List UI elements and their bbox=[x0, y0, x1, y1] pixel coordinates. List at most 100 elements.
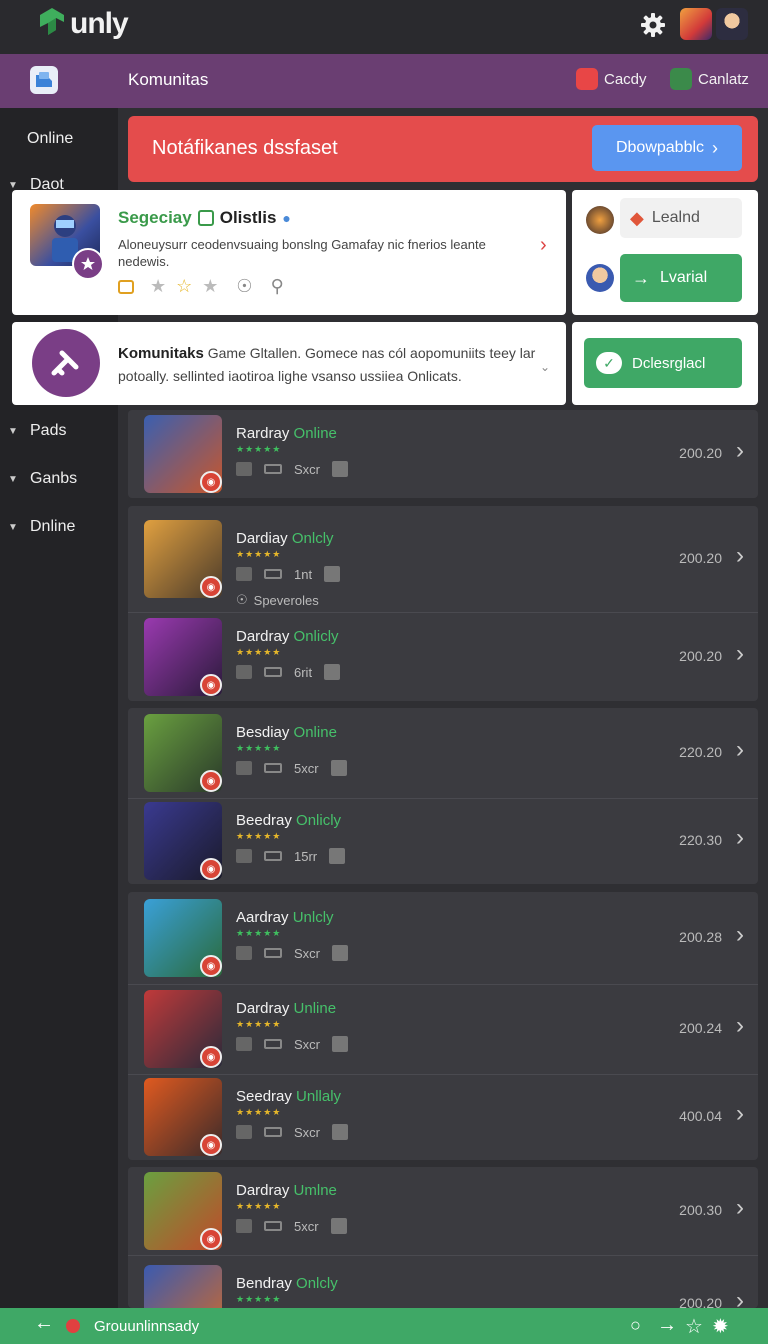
toggle-icon[interactable] bbox=[264, 569, 282, 579]
game-row[interactable]: ◉ Dardiay Onlcly ★★★★★ 1nt ☉ Speveroles 200.20… bbox=[128, 506, 758, 612]
avatar[interactable] bbox=[680, 8, 712, 40]
download-button-label: Dbowpabblc bbox=[615, 139, 705, 156]
game-meta: Sxcr bbox=[236, 461, 360, 477]
game-meta-value: 15rr bbox=[294, 848, 318, 864]
game-badge-icon: ◉ bbox=[200, 674, 222, 696]
game-row[interactable]: ◉ Besdiay Online ★★★★★ 5xcr 220.20 › bbox=[128, 708, 758, 798]
chevron-right-icon: › bbox=[712, 137, 719, 158]
game-row[interactable]: ◉ Dardray Unline ★★★★★ Sxcr 200.24 › bbox=[128, 984, 758, 1074]
sidebar-item-label: Ganbs bbox=[30, 470, 78, 487]
game-row[interactable]: ◉ Dardray Onlicly ★★★★★ 6rit 200.20 › bbox=[128, 612, 758, 701]
back-icon[interactable] bbox=[236, 946, 252, 960]
sidebar-item-dnline[interactable]: ▼ Dnline bbox=[0, 518, 118, 536]
share-icon[interactable] bbox=[324, 566, 341, 582]
game-row[interactable]: ◉ Rardray Online ★★★★★ Sxcr 200.20 › bbox=[128, 410, 758, 498]
avatar[interactable] bbox=[716, 8, 748, 40]
chevron-right-icon[interactable]: › bbox=[736, 736, 744, 764]
back-icon[interactable] bbox=[236, 665, 252, 679]
chat-button[interactable]: ✓ Dclesrglacl bbox=[584, 338, 742, 388]
community-card-title: Komunitaks bbox=[118, 345, 204, 362]
toggle-icon[interactable] bbox=[264, 1127, 282, 1137]
star-icon[interactable]: ★ bbox=[150, 276, 166, 297]
share-icon[interactable] bbox=[332, 945, 348, 961]
app-logo[interactable]: unly bbox=[36, 6, 129, 42]
circle-icon[interactable]: ○ bbox=[630, 1315, 641, 1336]
back-icon[interactable] bbox=[236, 1037, 252, 1051]
back-icon[interactable] bbox=[236, 1219, 252, 1233]
game-meta-value: 1nt bbox=[294, 566, 313, 582]
arrow-right-icon[interactable]: → bbox=[657, 1314, 677, 1337]
toggle-icon[interactable] bbox=[264, 1039, 282, 1049]
toggle-icon[interactable] bbox=[264, 667, 282, 677]
game-row[interactable]: ◉ Seedray Unllaly ★★★★★ Sxcr 400.04 › bbox=[128, 1074, 758, 1160]
game-badge-icon: ◉ bbox=[200, 955, 222, 977]
chevron-down-icon[interactable]: ⌄ bbox=[540, 360, 550, 374]
share-icon[interactable] bbox=[330, 1218, 347, 1234]
game-row[interactable]: ◉ Aardray Unlcly ★★★★★ Sxcr 200.28 › bbox=[128, 892, 758, 984]
star-outline-icon[interactable]: ☆ bbox=[176, 276, 192, 297]
back-icon[interactable] bbox=[236, 1125, 252, 1139]
lead-button[interactable]: ◆ Lealnd bbox=[620, 198, 742, 238]
star-outline-icon[interactable]: ☆ bbox=[685, 1314, 703, 1339]
sidebar-item-ganbs[interactable]: ▼ Ganbs bbox=[0, 470, 118, 488]
share-icon[interactable] bbox=[329, 848, 346, 864]
row-divider bbox=[128, 1074, 758, 1075]
featured-title-suffix: Olistlis bbox=[219, 208, 277, 227]
logo-text: unly bbox=[70, 7, 129, 40]
game-row[interactable]: ◉Bendray Onlcly★★★★★200.20› bbox=[128, 1255, 758, 1343]
globe-icon[interactable]: ☉ bbox=[236, 276, 252, 297]
chevron-right-icon[interactable]: › bbox=[736, 824, 744, 852]
share-icon[interactable] bbox=[332, 461, 348, 477]
game-title: Dardray Unline bbox=[236, 1000, 336, 1017]
toggle-icon[interactable] bbox=[264, 851, 282, 861]
chevron-right-icon[interactable]: › bbox=[736, 1100, 744, 1128]
cacdy-action[interactable]: Cacdy bbox=[576, 68, 647, 90]
back-arrow-icon[interactable]: ← bbox=[34, 1312, 54, 1335]
sidebar-item-pads[interactable]: ▼ Pads bbox=[0, 422, 118, 440]
chevron-right-icon[interactable]: › bbox=[736, 640, 744, 668]
back-icon[interactable] bbox=[236, 761, 252, 775]
back-icon[interactable] bbox=[236, 849, 252, 863]
chevron-right-icon[interactable]: › bbox=[736, 1012, 744, 1040]
sidebar-item-online[interactable]: Online bbox=[0, 130, 118, 148]
community-card[interactable]: Komunitaks Game Gltallen. Gomece nas cól… bbox=[12, 322, 566, 405]
chevron-right-icon[interactable]: › bbox=[540, 234, 547, 257]
game-status: Onlicly bbox=[296, 812, 342, 829]
settings-icon[interactable]: ✹ bbox=[712, 1314, 729, 1339]
toggle-icon[interactable] bbox=[264, 1221, 282, 1231]
share-icon[interactable] bbox=[332, 1124, 348, 1140]
toggle-icon[interactable] bbox=[264, 763, 282, 773]
chevron-right-icon[interactable]: › bbox=[736, 437, 744, 465]
share-icon[interactable] bbox=[330, 760, 347, 776]
game-title: Dardray Onlicly bbox=[236, 628, 339, 645]
community-icon[interactable] bbox=[30, 66, 58, 94]
download-button[interactable]: Dbowpabblc › bbox=[592, 125, 742, 171]
side-actions-card: ◆ Lealnd → Lvarial bbox=[572, 190, 758, 315]
search-icon[interactable]: ⚲ bbox=[271, 276, 284, 297]
avatar[interactable] bbox=[586, 206, 614, 234]
featured-card[interactable]: Segeciay Olistlis ● Aloneuysurr ceodenvs… bbox=[12, 190, 566, 315]
toggle-icon[interactable] bbox=[264, 464, 282, 474]
chevron-right-icon[interactable]: › bbox=[736, 542, 744, 570]
toggle-icon[interactable] bbox=[264, 948, 282, 958]
lead-label: Lealnd bbox=[651, 209, 700, 226]
game-meta: 5xcr bbox=[236, 760, 359, 776]
game-rating: ★★★★★ bbox=[236, 1107, 282, 1117]
share-icon[interactable] bbox=[332, 1036, 348, 1052]
gear-icon[interactable] bbox=[640, 12, 666, 38]
chevron-right-icon[interactable]: › bbox=[736, 1194, 744, 1222]
folder-icon[interactable] bbox=[118, 279, 134, 294]
star-icon[interactable]: ★ bbox=[202, 276, 218, 297]
chevron-right-icon[interactable]: › bbox=[736, 921, 744, 949]
share-icon[interactable] bbox=[324, 664, 341, 680]
game-meta: 15rr bbox=[236, 848, 357, 864]
canlatz-action[interactable]: Canlatz bbox=[670, 68, 749, 90]
back-icon[interactable] bbox=[236, 567, 252, 581]
game-meta-value: 5xcr bbox=[294, 760, 319, 776]
avatar[interactable] bbox=[586, 264, 614, 292]
game-row[interactable]: ◉ Dardray Umlne ★★★★★ 5xcr 200.30 › bbox=[128, 1167, 758, 1255]
game-row[interactable]: ◉ Beedray Onlicly ★★★★★ 15rr 220.30 › bbox=[128, 798, 758, 884]
back-icon[interactable] bbox=[236, 462, 252, 476]
primary-action-button[interactable]: → Lvarial bbox=[620, 254, 742, 302]
game-meta: Sxcr bbox=[236, 945, 360, 961]
